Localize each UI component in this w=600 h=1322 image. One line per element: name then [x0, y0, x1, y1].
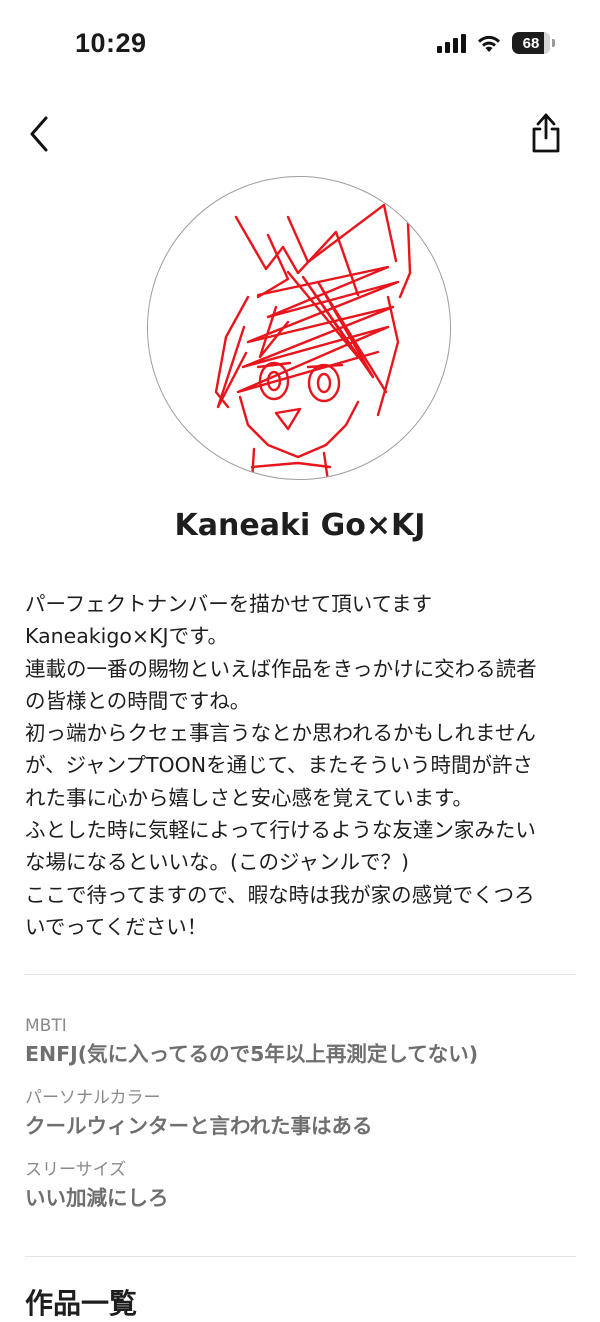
divider [25, 974, 576, 975]
profile-name: Kaneaki Go×KJ [174, 508, 426, 543]
bio-line: が、ジャンプTOONを通じて、またそういう時間が許さ [25, 753, 534, 778]
mbti-value: ENFJ(気に入ってるので5年以上再測定してない) [25, 1042, 479, 1066]
bio-line: Kaneakigo×KJです。 [25, 624, 229, 649]
wifi-icon [478, 35, 500, 52]
three-sizes-label: スリーサイズ [25, 1160, 127, 1180]
profile-attributes: MBTI ENFJ(気に入ってるので5年以上再測定してない) パーソナルカラー … [25, 1014, 585, 1230]
status-time: 10:29 [75, 28, 147, 58]
profile-bio: パーフェクトナンバーを描かせて頂いてます Kaneakigo×KJです。 連載の… [25, 588, 577, 943]
nav-bar [0, 100, 600, 170]
status-bar: 10:29 68 [0, 0, 600, 90]
personal-color-value: クールウィンターと言われた事はある [25, 1114, 373, 1138]
bio-line: な場になるといいな。(このジャンルで？) [25, 850, 409, 875]
personal-color-label: パーソナルカラー [25, 1088, 161, 1108]
bio-line: 初っ端からクセェ事言うなとか思われるかもしれません [25, 721, 536, 746]
battery-icon: 68 [512, 32, 555, 54]
divider [25, 1256, 576, 1257]
chevron-left-icon [30, 116, 48, 152]
three-sizes-value: いい加減にしろ [25, 1186, 169, 1210]
mbti-label: MBTI [25, 1016, 67, 1036]
cellular-signal-icon [437, 33, 466, 53]
bio-line: 連載の一番の賜物といえば作品をきっかけに交わる読者 [25, 656, 537, 681]
bio-line: の皆様との時間ですね。 [25, 688, 251, 713]
battery-level: 68 [522, 34, 540, 52]
status-icons: 68 [437, 32, 555, 54]
bio-line: ふとした時に気軽によって行けるような友達ン家みたい [25, 818, 536, 843]
share-button[interactable] [526, 110, 566, 156]
bio-line: パーフェクトナンバーを描かせて頂いてます [25, 592, 433, 616]
sketch-portrait-avatar [214, 203, 412, 479]
bio-line: れた事に心から嬉しさと安心感を覚えています。 [25, 785, 473, 810]
share-icon [532, 113, 560, 153]
back-button[interactable] [22, 112, 62, 156]
works-section-title: 作品一覧 [25, 1287, 138, 1320]
bio-line: いでってください！ [25, 914, 208, 939]
bio-line: ここで待ってますので、暇な時は我が家の感覚でくつろ [25, 882, 535, 907]
avatar[interactable] [147, 176, 451, 480]
